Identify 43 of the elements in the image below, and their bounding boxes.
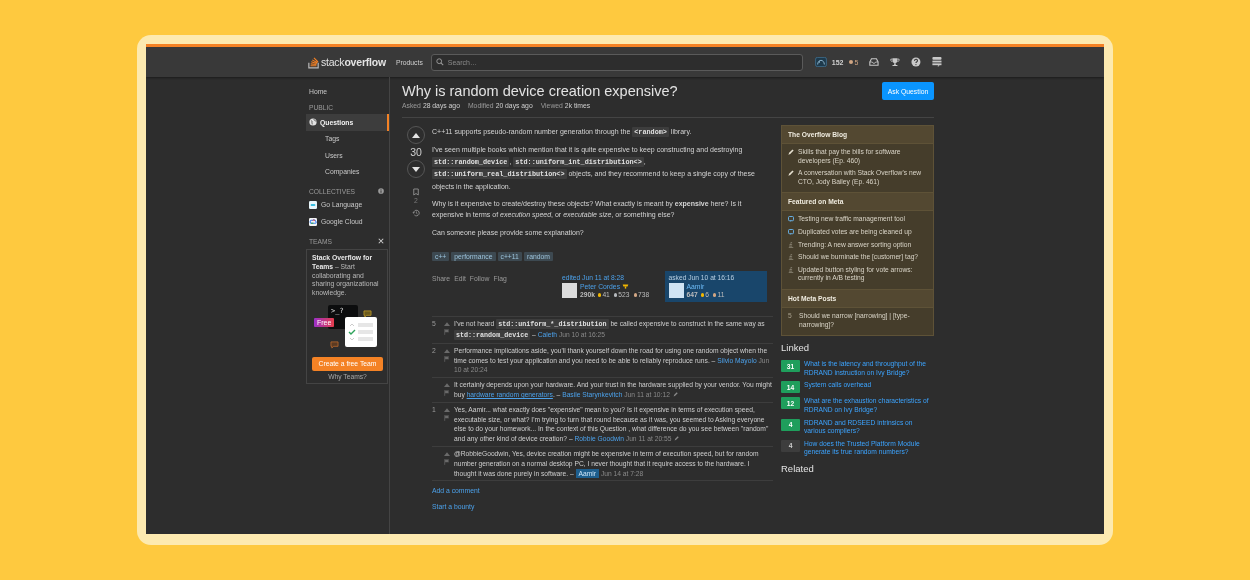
chat-bubble-icon	[330, 341, 339, 349]
avatar-icon[interactable]	[814, 57, 827, 67]
stack-icon	[788, 254, 794, 261]
question-title: Why is random device creation expensive?	[402, 82, 678, 100]
cloud-logo-icon	[309, 217, 317, 226]
close-icon[interactable]	[378, 238, 384, 244]
section-heading: Linked	[781, 342, 810, 354]
trophy-icon[interactable]	[890, 57, 901, 67]
upvote-icon[interactable]	[443, 407, 450, 412]
logo-icon[interactable]	[308, 55, 320, 69]
search-icon	[435, 58, 444, 66]
upvote-icon[interactable]	[443, 322, 450, 327]
globe-icon	[309, 118, 317, 127]
upvote-icon[interactable]	[443, 452, 450, 456]
down-arrow-icon	[412, 166, 420, 172]
flag-icon[interactable]	[444, 459, 449, 465]
stack-icon	[788, 266, 794, 273]
pencil-icon	[788, 170, 794, 177]
help-icon[interactable]	[911, 57, 922, 67]
info-icon[interactable]	[378, 188, 384, 194]
bookmark-icon[interactable]	[413, 188, 419, 196]
vote-count: 30	[410, 146, 422, 158]
checklist-card-drawing	[345, 317, 377, 347]
flag-icon[interactable]	[444, 390, 449, 397]
go-logo-icon	[309, 200, 317, 209]
avatar-placeholder[interactable]	[562, 283, 577, 299]
up-arrow-icon	[412, 132, 420, 138]
pencil-icon	[788, 149, 794, 155]
flag-icon[interactable]	[444, 355, 449, 362]
stack-icon	[788, 241, 794, 248]
section-heading: Related	[781, 462, 815, 474]
menu-icon[interactable]	[932, 57, 942, 67]
avatar-placeholder[interactable]	[668, 283, 684, 299]
flag-icon[interactable]	[444, 414, 449, 421]
upvote-icon[interactable]	[443, 383, 450, 388]
chat-bubble-icon	[363, 310, 372, 318]
chat-bubble-icon	[788, 216, 794, 223]
inbox-icon[interactable]	[869, 57, 880, 67]
history-icon[interactable]	[412, 209, 420, 217]
logo-text[interactable]: stackoverflow	[320, 56, 386, 68]
chat-bubble-icon	[788, 228, 794, 235]
upvote-icon[interactable]	[443, 348, 450, 353]
flag-icon[interactable]	[444, 329, 449, 336]
